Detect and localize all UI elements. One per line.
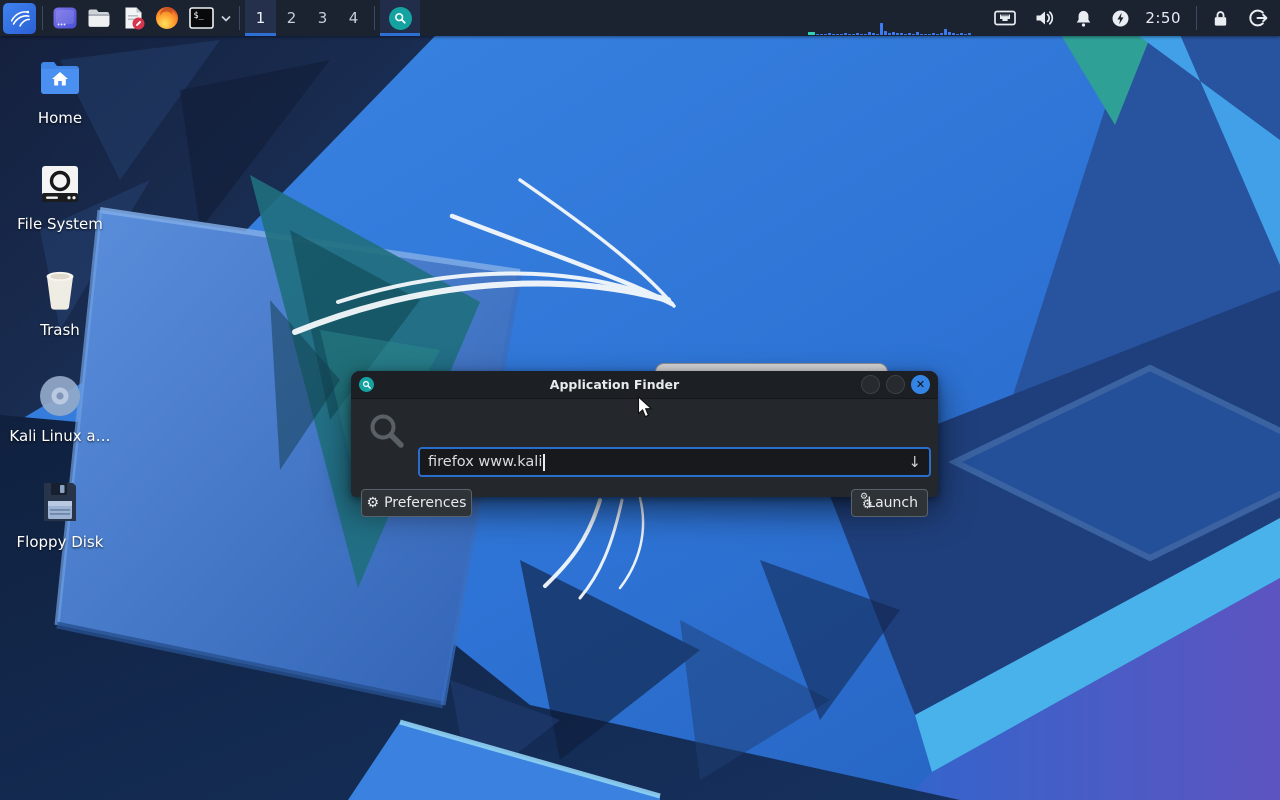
text-editor-launcher[interactable] xyxy=(117,2,149,34)
workspace-1-label: 1 xyxy=(255,9,266,27)
logout-button[interactable] xyxy=(1248,8,1268,28)
taskbar-active-underline xyxy=(380,33,420,36)
volume-tray-button[interactable] xyxy=(1034,9,1056,27)
workspace-2[interactable]: 2 xyxy=(276,0,307,36)
workspace-4[interactable]: 4 xyxy=(338,0,369,36)
terminal-icon: $_ xyxy=(188,7,214,29)
terminal-launcher[interactable]: $_ xyxy=(185,2,217,34)
floppy-disk-icon xyxy=(8,478,112,526)
network-tray-button[interactable] xyxy=(994,9,1017,27)
desktop-icon-home[interactable]: Home xyxy=(8,54,112,127)
search-input-value: firefox www.kali xyxy=(428,454,543,470)
desktop-icon-label: Home xyxy=(37,109,83,127)
panel-separator xyxy=(374,6,375,30)
lock-icon xyxy=(1214,10,1227,26)
terminal-dropdown-chevron[interactable] xyxy=(219,2,233,34)
workspace-3-label: 3 xyxy=(317,9,328,27)
desktop-icon-floppy[interactable]: Floppy Disk xyxy=(8,478,112,551)
power-manager-icon xyxy=(1112,10,1129,26)
kali-logo-icon xyxy=(10,10,30,27)
console-launcher[interactable] xyxy=(49,2,81,34)
search-icon xyxy=(368,412,406,454)
desktop-icon-file-system[interactable]: File System xyxy=(8,160,112,233)
minimize-button[interactable] xyxy=(861,375,880,394)
bell-icon xyxy=(1076,10,1091,27)
optical-disc-icon xyxy=(8,372,112,420)
system-monitor-graph[interactable] xyxy=(808,0,972,36)
applications-menu-button[interactable] xyxy=(3,2,36,34)
volume-icon xyxy=(1036,11,1054,25)
launch-button[interactable]: ⚙ ⚙ Launch xyxy=(851,489,928,517)
notifications-tray-button[interactable] xyxy=(1074,9,1093,28)
search-input[interactable]: firefox www.kali ↓ xyxy=(418,447,931,477)
firefox-icon xyxy=(156,7,178,29)
panel-separator xyxy=(1196,6,1197,30)
desktop-icon-label: Trash xyxy=(40,321,80,339)
console-icon xyxy=(53,7,77,29)
svg-text:$_: $_ xyxy=(193,11,204,21)
desktop-icon-kali-cdrom[interactable]: Kali Linux a… xyxy=(8,372,112,445)
top-panel: $_ 1 2 3 4 2:50 xyxy=(0,0,1280,36)
desktop-icon-label: File System xyxy=(17,215,103,233)
desktop-icon-trash[interactable]: Trash xyxy=(8,266,112,339)
gear-icon: ⚙ xyxy=(366,495,380,511)
firefox-launcher[interactable] xyxy=(151,2,183,34)
workspace-3[interactable]: 3 xyxy=(307,0,338,36)
desktop: $_ 1 2 3 4 2:50 Home File System Trash K… xyxy=(0,0,1280,800)
power-manager-tray-button[interactable] xyxy=(1111,9,1130,28)
launch-button-label: Launch xyxy=(867,495,918,511)
application-finder-icon xyxy=(388,6,412,30)
home-folder-icon xyxy=(8,54,112,102)
file-manager-launcher[interactable] xyxy=(83,2,115,34)
workspace-1[interactable]: 1 xyxy=(245,0,276,36)
lock-screen-button[interactable] xyxy=(1211,9,1230,28)
panel-separator xyxy=(42,6,43,30)
window-icon xyxy=(359,377,374,392)
maximize-button[interactable] xyxy=(886,375,905,394)
text-caret xyxy=(543,453,545,471)
window-title: Application Finder xyxy=(549,377,680,392)
workspace-active-underline xyxy=(245,33,276,36)
hard-drive-icon xyxy=(8,160,112,208)
execute-gears-icon: ⚙ ⚙ xyxy=(860,491,873,511)
workspace-2-label: 2 xyxy=(286,9,297,27)
logout-icon xyxy=(1249,9,1268,27)
trash-icon xyxy=(8,266,112,314)
preferences-button[interactable]: ⚙ Preferences xyxy=(361,489,472,517)
network-icon xyxy=(994,10,1017,26)
titlebar[interactable]: Application Finder ✕ xyxy=(351,371,938,399)
workspace-4-label: 4 xyxy=(348,9,359,27)
clock[interactable]: 2:50 xyxy=(1145,9,1181,27)
dropdown-arrow-icon[interactable]: ↓ xyxy=(908,453,921,471)
file-manager-icon xyxy=(88,9,110,27)
taskbar-application-finder[interactable] xyxy=(380,0,420,36)
panel-separator xyxy=(239,6,240,30)
mouse-cursor xyxy=(637,396,653,418)
desktop-icon-label: Kali Linux a… xyxy=(9,427,111,445)
preferences-button-label: Preferences xyxy=(384,495,467,511)
close-button[interactable]: ✕ xyxy=(911,375,930,394)
application-finder-window: Application Finder ✕ firefox www.kali ↓ … xyxy=(351,371,938,517)
text-editor-icon xyxy=(125,7,145,30)
desktop-icon-label: Floppy Disk xyxy=(16,533,104,551)
